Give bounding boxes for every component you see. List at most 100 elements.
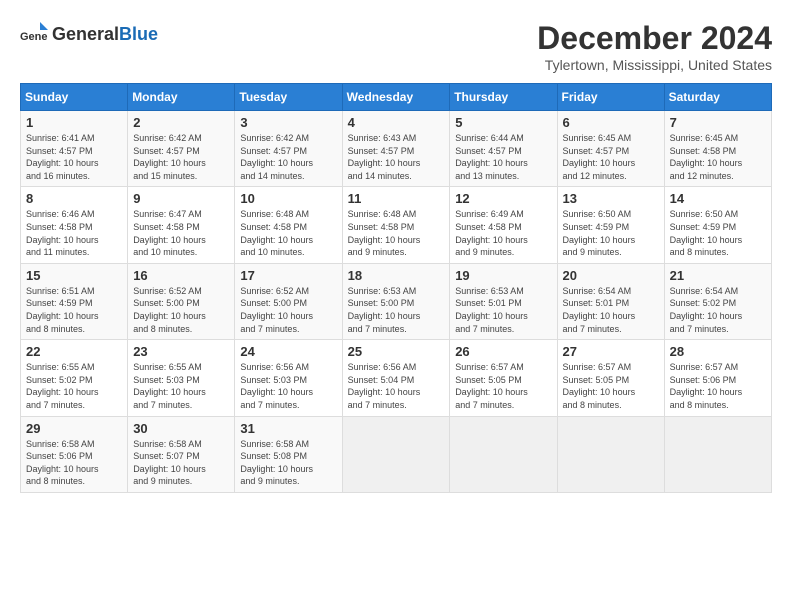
day-number: 5 <box>455 115 551 130</box>
logo-blue-text: Blue <box>119 24 158 44</box>
calendar-cell: 12 Sunrise: 6:49 AMSunset: 4:58 PMDayligh… <box>450 187 557 263</box>
day-info: Sunrise: 6:57 AMSunset: 5:05 PMDaylight:… <box>563 361 659 411</box>
day-number: 25 <box>348 344 445 359</box>
calendar-body: 1 Sunrise: 6:41 AMSunset: 4:57 PMDaylight… <box>21 111 772 493</box>
day-number: 22 <box>26 344 122 359</box>
title-area: December 2024 Tylertown, Mississippi, Un… <box>537 20 772 73</box>
calendar-cell: 3 Sunrise: 6:42 AMSunset: 4:57 PMDaylight… <box>235 111 342 187</box>
calendar-cell: 17 Sunrise: 6:52 AMSunset: 5:00 PMDayligh… <box>235 263 342 339</box>
calendar-cell: 11 Sunrise: 6:48 AMSunset: 4:58 PMDayligh… <box>342 187 450 263</box>
calendar-cell: 29Sunrise: 6:58 AMSunset: 5:06 PMDayligh… <box>21 416 128 492</box>
logo-icon: General <box>20 20 48 48</box>
day-number: 30 <box>133 421 229 436</box>
day-info: Sunrise: 6:53 AMSunset: 5:01 PMDaylight:… <box>455 285 551 335</box>
day-info: Sunrise: 6:47 AMSunset: 4:58 PMDaylight:… <box>133 208 229 258</box>
day-info: Sunrise: 6:57 AMSunset: 5:05 PMDaylight:… <box>455 361 551 411</box>
calendar-cell: 22Sunrise: 6:55 AMSunset: 5:02 PMDayligh… <box>21 340 128 416</box>
day-info: Sunrise: 6:45 AMSunset: 4:58 PMDaylight:… <box>670 132 766 182</box>
calendar-cell: 4 Sunrise: 6:43 AMSunset: 4:57 PMDaylight… <box>342 111 450 187</box>
day-info: Sunrise: 6:53 AMSunset: 5:00 PMDaylight:… <box>348 285 445 335</box>
week-row-1: 1 Sunrise: 6:41 AMSunset: 4:57 PMDaylight… <box>21 111 772 187</box>
calendar-cell: 15 Sunrise: 6:51 AMSunset: 4:59 PMDayligh… <box>21 263 128 339</box>
calendar-cell: 31Sunrise: 6:58 AMSunset: 5:08 PMDayligh… <box>235 416 342 492</box>
day-number: 9 <box>133 191 229 206</box>
calendar-cell: 10Sunrise: 6:48 AMSunset: 4:58 PMDayligh… <box>235 187 342 263</box>
day-info: Sunrise: 6:42 AMSunset: 4:57 PMDaylight:… <box>133 132 229 182</box>
day-number: 17 <box>240 268 336 283</box>
day-info: Sunrise: 6:50 AMSunset: 4:59 PMDaylight:… <box>563 208 659 258</box>
svg-text:General: General <box>20 31 48 43</box>
calendar-cell: 16 Sunrise: 6:52 AMSunset: 5:00 PMDayligh… <box>128 263 235 339</box>
calendar-cell: 13 Sunrise: 6:50 AMSunset: 4:59 PMDayligh… <box>557 187 664 263</box>
day-info: Sunrise: 6:48 AMSunset: 4:58 PMDaylight:… <box>240 208 336 258</box>
calendar-cell: 19 Sunrise: 6:53 AMSunset: 5:01 PMDayligh… <box>450 263 557 339</box>
calendar-cell: 23Sunrise: 6:55 AMSunset: 5:03 PMDayligh… <box>128 340 235 416</box>
calendar-table: SundayMondayTuesdayWednesdayThursdayFrid… <box>20 83 772 493</box>
day-info: Sunrise: 6:48 AMSunset: 4:58 PMDaylight:… <box>348 208 445 258</box>
day-number: 18 <box>348 268 445 283</box>
calendar-cell <box>664 416 771 492</box>
day-info: Sunrise: 6:41 AMSunset: 4:57 PMDaylight:… <box>26 132 122 182</box>
day-number: 19 <box>455 268 551 283</box>
week-row-4: 22Sunrise: 6:55 AMSunset: 5:02 PMDayligh… <box>21 340 772 416</box>
calendar-cell: 8Sunrise: 6:46 AMSunset: 4:58 PMDaylight… <box>21 187 128 263</box>
day-info: Sunrise: 6:56 AMSunset: 5:03 PMDaylight:… <box>240 361 336 411</box>
day-number: 2 <box>133 115 229 130</box>
day-number: 29 <box>26 421 122 436</box>
day-info: Sunrise: 6:57 AMSunset: 5:06 PMDaylight:… <box>670 361 766 411</box>
calendar-cell: 2 Sunrise: 6:42 AMSunset: 4:57 PMDaylight… <box>128 111 235 187</box>
calendar-cell: 21Sunrise: 6:54 AMSunset: 5:02 PMDayligh… <box>664 263 771 339</box>
day-info: Sunrise: 6:58 AMSunset: 5:08 PMDaylight:… <box>240 438 336 488</box>
calendar-cell: 27 Sunrise: 6:57 AMSunset: 5:05 PMDayligh… <box>557 340 664 416</box>
day-info: Sunrise: 6:58 AMSunset: 5:07 PMDaylight:… <box>133 438 229 488</box>
calendar-cell: 25Sunrise: 6:56 AMSunset: 5:04 PMDayligh… <box>342 340 450 416</box>
dow-header-wednesday: Wednesday <box>342 84 450 111</box>
day-info: Sunrise: 6:52 AMSunset: 5:00 PMDaylight:… <box>240 285 336 335</box>
calendar-cell: 28 Sunrise: 6:57 AMSunset: 5:06 PMDayligh… <box>664 340 771 416</box>
day-number: 15 <box>26 268 122 283</box>
day-info: Sunrise: 6:49 AMSunset: 4:58 PMDaylight:… <box>455 208 551 258</box>
day-number: 24 <box>240 344 336 359</box>
day-number: 12 <box>455 191 551 206</box>
page-header: General GeneralBlue December 2024 Tylert… <box>20 20 772 73</box>
day-number: 4 <box>348 115 445 130</box>
day-info: Sunrise: 6:42 AMSunset: 4:57 PMDaylight:… <box>240 132 336 182</box>
day-info: Sunrise: 6:52 AMSunset: 5:00 PMDaylight:… <box>133 285 229 335</box>
day-number: 16 <box>133 268 229 283</box>
dow-header-monday: Monday <box>128 84 235 111</box>
day-number: 3 <box>240 115 336 130</box>
day-number: 6 <box>563 115 659 130</box>
calendar-cell <box>557 416 664 492</box>
day-info: Sunrise: 6:44 AMSunset: 4:57 PMDaylight:… <box>455 132 551 182</box>
calendar-cell <box>342 416 450 492</box>
day-number: 11 <box>348 191 445 206</box>
dow-header-sunday: Sunday <box>21 84 128 111</box>
day-info: Sunrise: 6:45 AMSunset: 4:57 PMDaylight:… <box>563 132 659 182</box>
day-number: 28 <box>670 344 766 359</box>
week-row-2: 8Sunrise: 6:46 AMSunset: 4:58 PMDaylight… <box>21 187 772 263</box>
calendar-cell: 6 Sunrise: 6:45 AMSunset: 4:57 PMDaylight… <box>557 111 664 187</box>
day-number: 8 <box>26 191 122 206</box>
month-title: December 2024 <box>537 20 772 57</box>
day-of-week-row: SundayMondayTuesdayWednesdayThursdayFrid… <box>21 84 772 111</box>
day-number: 20 <box>563 268 659 283</box>
week-row-3: 15 Sunrise: 6:51 AMSunset: 4:59 PMDayligh… <box>21 263 772 339</box>
calendar-cell: 18 Sunrise: 6:53 AMSunset: 5:00 PMDayligh… <box>342 263 450 339</box>
day-number: 14 <box>670 191 766 206</box>
calendar-cell: 26Sunrise: 6:57 AMSunset: 5:05 PMDayligh… <box>450 340 557 416</box>
calendar-cell: 1 Sunrise: 6:41 AMSunset: 4:57 PMDaylight… <box>21 111 128 187</box>
day-number: 7 <box>670 115 766 130</box>
logo: General GeneralBlue <box>20 20 158 48</box>
day-number: 27 <box>563 344 659 359</box>
day-info: Sunrise: 6:51 AMSunset: 4:59 PMDaylight:… <box>26 285 122 335</box>
day-number: 1 <box>26 115 122 130</box>
dow-header-thursday: Thursday <box>450 84 557 111</box>
calendar-cell: 7 Sunrise: 6:45 AMSunset: 4:58 PMDaylight… <box>664 111 771 187</box>
calendar-cell: 5 Sunrise: 6:44 AMSunset: 4:57 PMDaylight… <box>450 111 557 187</box>
dow-header-tuesday: Tuesday <box>235 84 342 111</box>
day-info: Sunrise: 6:43 AMSunset: 4:57 PMDaylight:… <box>348 132 445 182</box>
location-title: Tylertown, Mississippi, United States <box>537 57 772 73</box>
day-number: 13 <box>563 191 659 206</box>
calendar-cell: 24 Sunrise: 6:56 AMSunset: 5:03 PMDayligh… <box>235 340 342 416</box>
dow-header-friday: Friday <box>557 84 664 111</box>
